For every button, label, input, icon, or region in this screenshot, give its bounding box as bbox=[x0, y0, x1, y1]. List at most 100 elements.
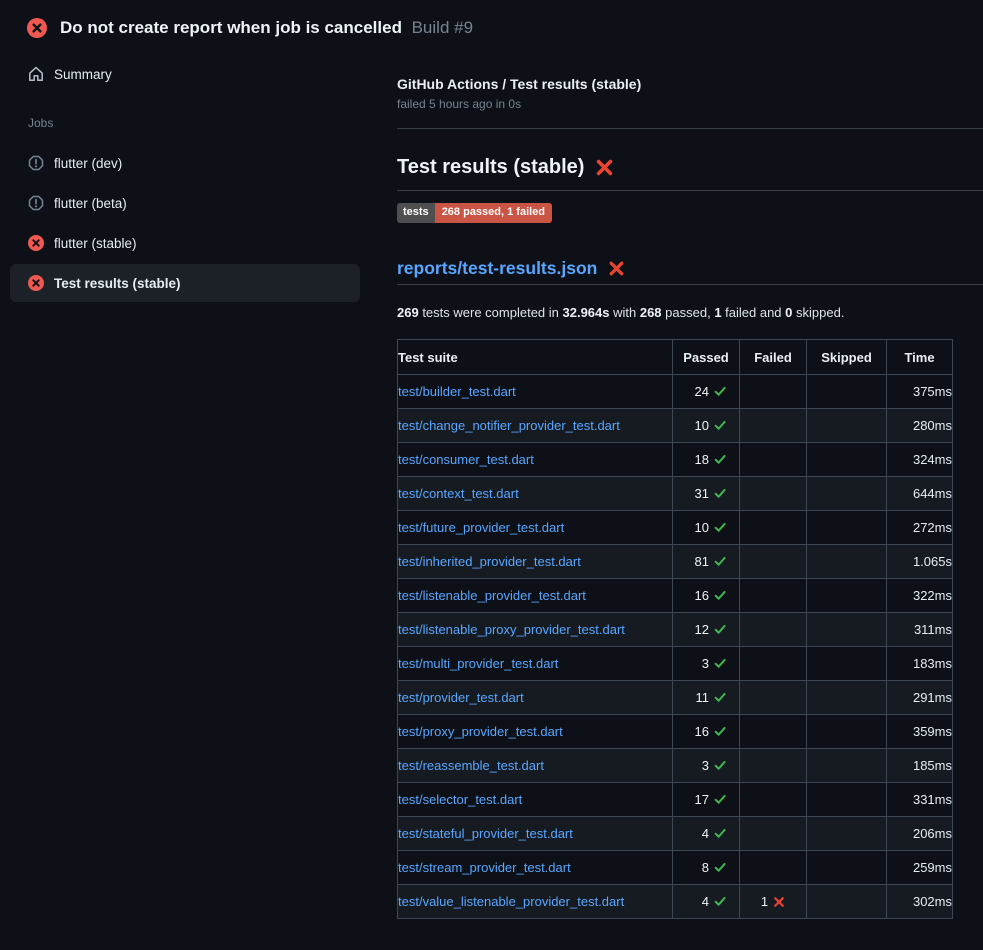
check-icon bbox=[714, 657, 727, 670]
passed-cell: 18 bbox=[673, 443, 740, 477]
passed-count: 268 bbox=[640, 305, 662, 320]
suite-link[interactable]: test/change_notifier_provider_test.dart bbox=[398, 418, 620, 433]
skipped-cell bbox=[807, 647, 887, 681]
table-row: test/listenable_proxy_provider_test.dart… bbox=[398, 613, 953, 647]
suite-link[interactable]: test/provider_test.dart bbox=[398, 690, 524, 705]
passed-cell: 3 bbox=[673, 647, 740, 681]
suite-cell: test/builder_test.dart bbox=[398, 375, 673, 409]
failed-cell bbox=[740, 443, 807, 477]
time-cell: 291ms bbox=[887, 681, 953, 715]
suite-link[interactable]: test/future_provider_test.dart bbox=[398, 520, 564, 535]
suite-cell: test/proxy_provider_test.dart bbox=[398, 715, 673, 749]
table-row: test/selector_test.dart 17 331ms bbox=[398, 783, 953, 817]
home-icon bbox=[28, 66, 44, 82]
check-icon bbox=[714, 691, 727, 704]
suite-link[interactable]: test/reassemble_test.dart bbox=[398, 758, 544, 773]
sidebar-job-item[interactable]: flutter (stable) bbox=[10, 224, 360, 262]
check-icon bbox=[714, 759, 727, 772]
cancelled-octagon-icon bbox=[28, 155, 44, 171]
time-cell: 206ms bbox=[887, 817, 953, 851]
table-row: test/provider_test.dart 11 291ms bbox=[398, 681, 953, 715]
job-label: flutter (beta) bbox=[54, 196, 127, 211]
passed-cell: 16 bbox=[673, 579, 740, 613]
check-icon bbox=[714, 861, 727, 874]
skipped-cell bbox=[807, 851, 887, 885]
skipped-cell bbox=[807, 477, 887, 511]
failed-cell bbox=[740, 511, 807, 545]
check-icon bbox=[714, 895, 727, 908]
suite-link[interactable]: test/stateful_provider_test.dart bbox=[398, 826, 573, 841]
passed-cell: 24 bbox=[673, 375, 740, 409]
suite-cell: test/stream_provider_test.dart bbox=[398, 851, 673, 885]
time-cell: 185ms bbox=[887, 749, 953, 783]
section-heading: Test results (stable) bbox=[397, 155, 983, 191]
suite-cell: test/listenable_proxy_provider_test.dart bbox=[398, 613, 673, 647]
passed-cell: 10 bbox=[673, 511, 740, 545]
build-number: Build #9 bbox=[412, 18, 473, 37]
check-icon bbox=[714, 589, 727, 602]
suite-link[interactable]: test/selector_test.dart bbox=[398, 792, 522, 807]
divider bbox=[397, 128, 983, 129]
suite-link[interactable]: test/listenable_provider_test.dart bbox=[398, 588, 586, 603]
time-cell: 280ms bbox=[887, 409, 953, 443]
suite-cell: test/provider_test.dart bbox=[398, 681, 673, 715]
skipped-cell bbox=[807, 545, 887, 579]
sidebar-job-item[interactable]: flutter (dev) bbox=[10, 144, 360, 182]
failed-cell bbox=[740, 477, 807, 511]
check-icon bbox=[714, 827, 727, 840]
suite-link[interactable]: test/multi_provider_test.dart bbox=[398, 656, 558, 671]
sidebar: Summary Jobs flutter (dev) flutter (beta… bbox=[0, 38, 370, 304]
failed-cell: 1 bbox=[740, 885, 807, 919]
check-icon bbox=[714, 487, 727, 500]
passed-cell: 11 bbox=[673, 681, 740, 715]
suite-link[interactable]: test/context_test.dart bbox=[398, 486, 519, 501]
sidebar-job-item[interactable]: Test results (stable) bbox=[10, 264, 360, 302]
time-cell: 331ms bbox=[887, 783, 953, 817]
passed-cell: 16 bbox=[673, 715, 740, 749]
suite-link[interactable]: test/consumer_test.dart bbox=[398, 452, 534, 467]
col-header-time: Time bbox=[887, 340, 953, 375]
skipped-cell bbox=[807, 885, 887, 919]
table-row: test/consumer_test.dart 18 324ms bbox=[398, 443, 953, 477]
report-file-link[interactable]: reports/test-results.json bbox=[397, 257, 597, 279]
failed-cell bbox=[740, 681, 807, 715]
col-header-test-suite: Test suite bbox=[398, 340, 673, 375]
time-cell: 311ms bbox=[887, 613, 953, 647]
passed-cell: 10 bbox=[673, 409, 740, 443]
suite-link[interactable]: test/value_listenable_provider_test.dart bbox=[398, 894, 624, 909]
suite-link[interactable]: test/inherited_provider_test.dart bbox=[398, 554, 581, 569]
passed-cell: 8 bbox=[673, 851, 740, 885]
time-cell: 324ms bbox=[887, 443, 953, 477]
sidebar-item-summary[interactable]: Summary bbox=[10, 56, 360, 92]
suite-cell: test/value_listenable_provider_test.dart bbox=[398, 885, 673, 919]
time-cell: 375ms bbox=[887, 375, 953, 409]
failed-cell bbox=[740, 409, 807, 443]
suite-link[interactable]: test/stream_provider_test.dart bbox=[398, 860, 571, 875]
skipped-cell bbox=[807, 511, 887, 545]
check-icon bbox=[714, 725, 727, 738]
sidebar-job-item[interactable]: flutter (beta) bbox=[10, 184, 360, 222]
skipped-cell bbox=[807, 817, 887, 851]
cross-mark-icon bbox=[595, 158, 614, 177]
badge-label: tests bbox=[397, 203, 435, 223]
table-body: test/builder_test.dart 24 375ms test/cha… bbox=[398, 375, 953, 919]
skipped-cell bbox=[807, 443, 887, 477]
table-row: test/stateful_provider_test.dart 4 206ms bbox=[398, 817, 953, 851]
cancelled-octagon-icon bbox=[28, 195, 44, 211]
build-title-line: Do not create report when job is cancell… bbox=[60, 18, 473, 38]
job-label: flutter (dev) bbox=[54, 156, 122, 171]
failed-cell bbox=[740, 613, 807, 647]
suite-link[interactable]: test/listenable_proxy_provider_test.dart bbox=[398, 622, 625, 637]
table-row: test/listenable_provider_test.dart 16 32… bbox=[398, 579, 953, 613]
col-header-skipped: Skipped bbox=[807, 340, 887, 375]
skipped-cell bbox=[807, 579, 887, 613]
skipped-cell bbox=[807, 409, 887, 443]
suite-link[interactable]: test/proxy_provider_test.dart bbox=[398, 724, 563, 739]
suite-link[interactable]: test/builder_test.dart bbox=[398, 384, 516, 399]
check-icon bbox=[714, 453, 727, 466]
suite-cell: test/stateful_provider_test.dart bbox=[398, 817, 673, 851]
time-cell: 302ms bbox=[887, 885, 953, 919]
table-header-row: Test suite Passed Failed Skipped Time bbox=[398, 340, 953, 375]
table-row: test/context_test.dart 31 644ms bbox=[398, 477, 953, 511]
main-content: GitHub Actions / Test results (stable) f… bbox=[370, 38, 983, 919]
